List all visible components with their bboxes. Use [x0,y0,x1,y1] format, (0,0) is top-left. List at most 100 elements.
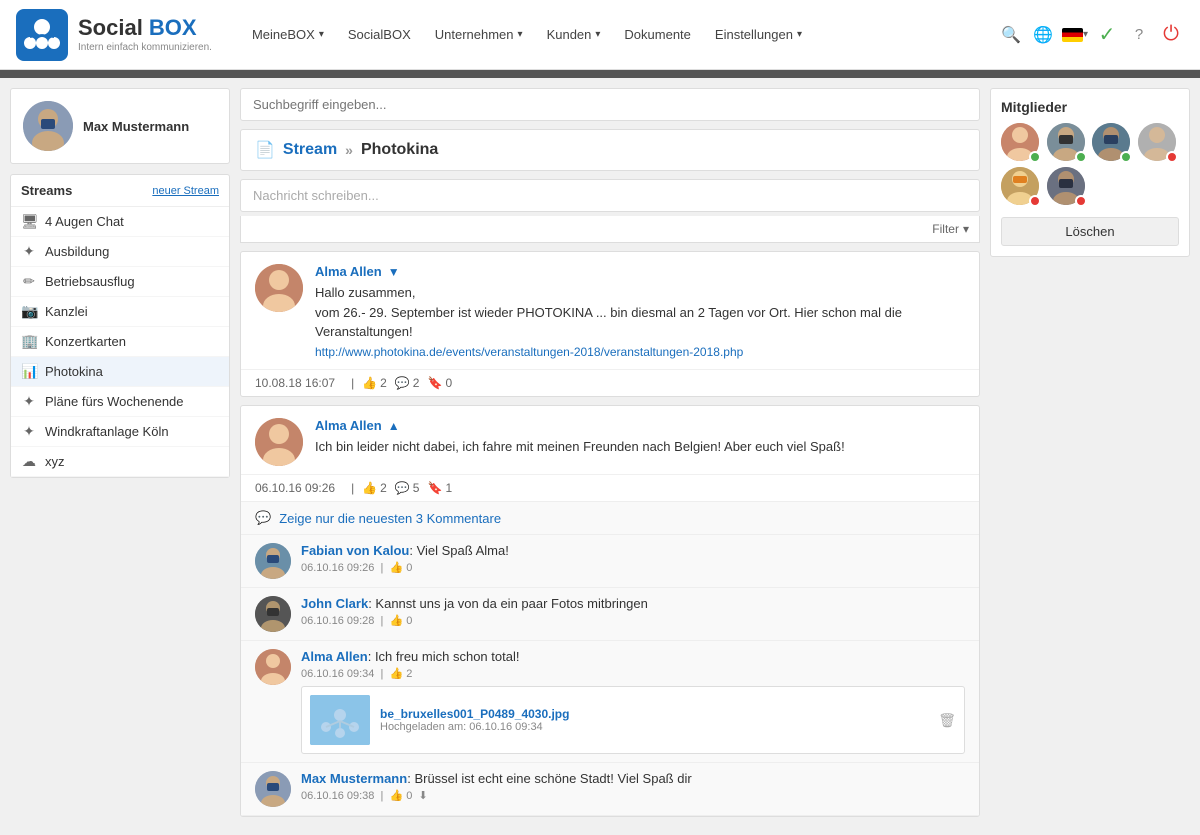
show-more-comments[interactable]: 💬 Zeige nur die neuesten 3 Kommentare [241,502,979,535]
star3-icon: ✦ [21,423,37,440]
comment-avatar [255,596,291,632]
chevron-down-icon: ▾ [518,29,523,40]
status-indicator [1075,151,1087,163]
new-stream-button[interactable]: neuer Stream [152,185,219,197]
comment-item: Fabian von Kalou: Viel Spaß Alma! 06.10.… [241,535,979,588]
monitor-icon: 🖥 [21,213,37,230]
breadcrumb: 📄 Stream » Photokina [240,129,980,171]
breadcrumb-stream[interactable]: Stream [283,141,337,159]
comment-body: Alma Allen: Ich freu mich schon total! 0… [301,649,965,754]
comment-message: Ich freu mich schon total! [375,649,520,664]
comment-meta: 06.10.16 09:28 | 👍 0 [301,614,965,627]
bookmarks-count[interactable]: 🔖 1 [427,481,452,495]
user-avatar-image [23,101,73,151]
stream-item-ausbildung[interactable]: ✦ Ausbildung [11,237,229,267]
filter-button[interactable]: Filter ▾ [932,222,969,236]
stream-item-kanzlei[interactable]: 📷 Kanzlei [11,297,229,327]
filter-label: Filter [932,222,959,236]
nav-meinebox[interactable]: MeineBOX ▾ [242,19,334,50]
compose-bar[interactable]: Nachricht schreiben... [240,179,980,212]
flag-icon[interactable]: ▾ [1062,22,1088,48]
member-avatar-wrapper[interactable] [1001,167,1041,207]
comments-count[interactable]: 💬 2 [395,376,420,390]
member-avatar-wrapper[interactable] [1001,123,1041,163]
likes-count[interactable]: 👍 2 [362,376,387,390]
nav-socialbox[interactable]: SocialBOX [338,19,421,50]
stream-item-windkraft[interactable]: ✦ Windkraftanlage Köln [11,417,229,447]
member-avatar-wrapper[interactable] [1047,167,1087,207]
comment-meta: 06.10.16 09:34 | 👍 2 [301,667,965,680]
status-indicator [1120,151,1132,163]
brand-tagline: Intern einfach kommunizieren. [78,42,212,54]
comments-section: 💬 Zeige nur die neuesten 3 Kommentare [241,501,979,816]
stream-label: Photokina [45,364,103,379]
attachment-date: Hochgeladen am: 06.10.16 09:34 [380,721,928,733]
comment-icon: 💬 [395,376,410,390]
stream-item-photokina[interactable]: 📊 Photokina [11,357,229,387]
comment-bubble-icon: 💬 [255,510,271,526]
help-icon[interactable]: ? [1126,22,1152,48]
post-text: Hallo zusammen, vom 26.- 29. September i… [315,283,965,361]
post-link[interactable]: http://www.photokina.de/events/veranstal… [315,345,743,359]
top-navigation: Social BOX Intern einfach kommunizieren.… [0,0,1200,70]
status-check-icon[interactable]: ✓ [1094,22,1120,48]
delete-attachment-button[interactable]: 🗑 [938,712,956,729]
comment-item: Alma Allen: Ich freu mich schon total! 0… [241,641,979,763]
stream-item-wochenende[interactable]: ✦ Pläne fürs Wochenende [11,387,229,417]
thumb-up-icon: 👍 [390,790,404,802]
power-icon[interactable]: ⏻ [1158,22,1184,48]
nav-einstellungen[interactable]: Einstellungen ▾ [705,19,812,50]
comment-author[interactable]: Fabian von Kalou [301,543,409,558]
attachment-filename[interactable]: be_bruxelles001_P0489_4030.jpg [380,707,928,721]
nav-kunden[interactable]: Kunden ▾ [537,19,611,50]
comment-text: Max Mustermann: Brüssel ist echt eine sc… [301,771,965,786]
comment-avatar [255,543,291,579]
stream-label: Konzertkarten [45,334,126,349]
comment-author[interactable]: Max Mustermann [301,771,407,786]
search-input[interactable] [240,88,980,121]
members-title: Mitglieder [1001,99,1179,115]
member-avatar-wrapper[interactable] [1092,123,1132,163]
nav-right-icons: 🔍 🌐 ▾ ✓ ? ⏻ [998,22,1184,48]
chevron-down-icon: ▾ [595,29,600,40]
nav-unternehmen[interactable]: Unternehmen ▾ [425,19,533,50]
content-area: 📄 Stream » Photokina Nachricht schreiben… [240,88,980,825]
star-icon: ✦ [21,243,37,260]
comment-author[interactable]: John Clark [301,596,368,611]
separator: | [351,481,354,495]
stream-label: Kanzlei [45,304,88,319]
logo[interactable]: Social BOX Intern einfach kommunizieren. [16,9,212,61]
comment-message: Viel Spaß Alma! [417,543,509,558]
bookmark-icon: 🔖 [427,481,442,495]
stream-label: xyz [45,454,65,469]
delete-button[interactable]: Löschen [1001,217,1179,246]
download-icon[interactable]: ⬇ [419,790,428,802]
author-name[interactable]: Alma Allen [315,264,382,279]
attachment-thumbnail [310,695,370,745]
stream-item-4-augen-chat[interactable]: 🖥 4 Augen Chat [11,207,229,237]
comments-count[interactable]: 💬 5 [395,481,420,495]
chevron-down-icon: ▾ [963,222,969,236]
likes-count[interactable]: 👍 2 [362,481,387,495]
comment-author[interactable]: Alma Allen [301,649,368,664]
status-indicator [1166,151,1178,163]
attachment-info: be_bruxelles001_P0489_4030.jpg Hochgelad… [380,707,928,733]
user-card: Max Mustermann [10,88,230,164]
comment-text: Fabian von Kalou: Viel Spaß Alma! [301,543,965,558]
stream-item-betriebsausflug[interactable]: ✏ Betriebsausflug [11,267,229,297]
comment-meta: 06.10.16 09:26 | 👍 0 [301,561,965,574]
member-avatar-wrapper[interactable] [1138,123,1178,163]
bookmarks-count[interactable]: 🔖 0 [427,376,452,390]
stream-item-konzertkarten[interactable]: 🏢 Konzertkarten [11,327,229,357]
post-card: Alma Allen ▲ Ich bin leider nicht dabei,… [240,405,980,817]
stream-item-xyz[interactable]: ☁ xyz [11,447,229,477]
nav-dokumente[interactable]: Dokumente [614,19,700,50]
post-author: Alma Allen ▼ [315,264,965,279]
user-avatar [23,101,73,151]
sidebar: Max Mustermann Streams neuer Stream 🖥 4 … [10,88,230,825]
post-avatar [255,264,303,312]
search-icon[interactable]: 🔍 [998,22,1024,48]
member-avatar-wrapper[interactable] [1047,123,1087,163]
globe-icon[interactable]: 🌐 [1030,22,1056,48]
author-name[interactable]: Alma Allen [315,418,382,433]
